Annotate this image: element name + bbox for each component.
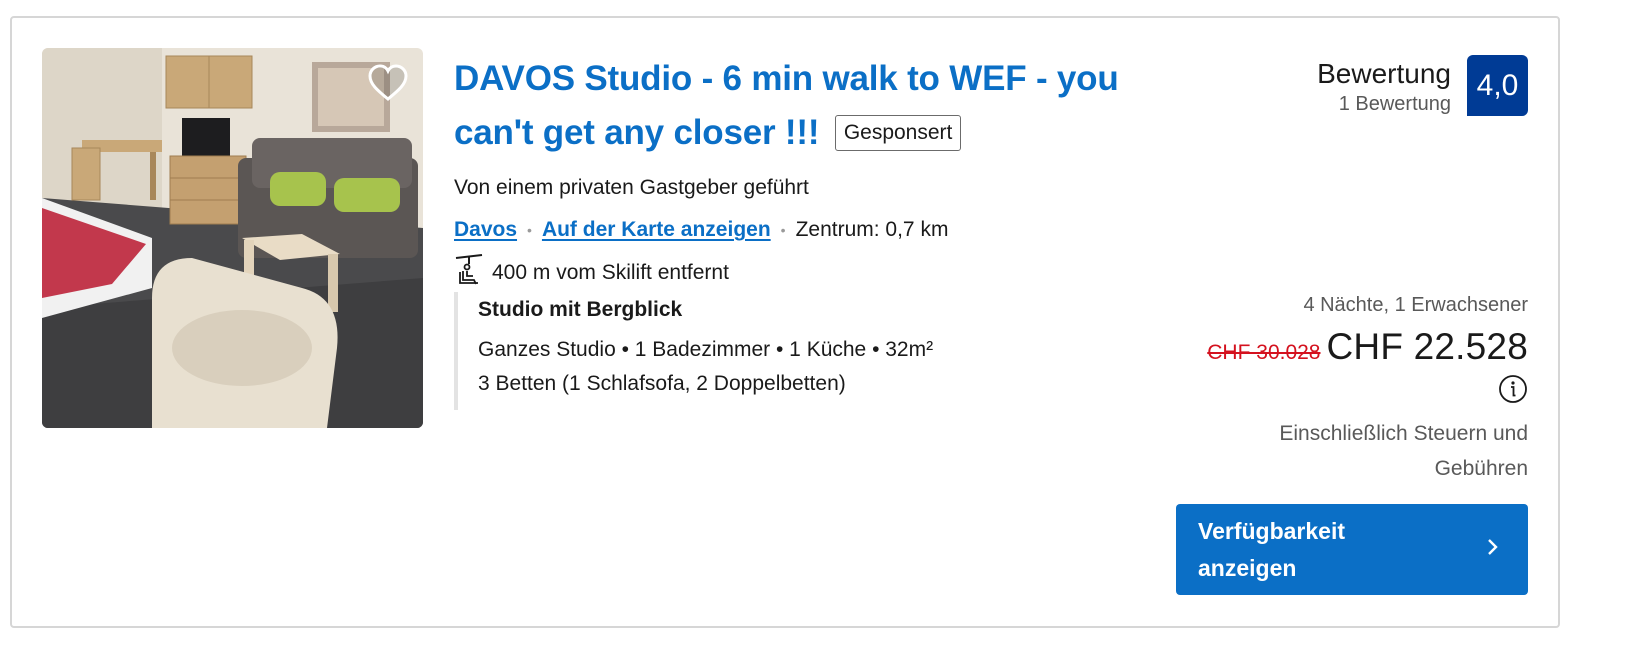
unit-beds: 3 Betten (1 Schlafsofa, 2 Doppelbetten)	[478, 372, 846, 395]
review-count: 1 Bewertung	[1338, 93, 1451, 115]
separator-dot: •	[780, 222, 786, 238]
property-card: DAVOS Studio - 6 min walk to WEF - you c…	[10, 16, 1560, 628]
city-link[interactable]: Davos	[454, 218, 517, 242]
review-text: Bewertung 1 Bewertung	[1317, 55, 1451, 116]
ski-lift-row: 400 m vom Skilift entfernt	[454, 254, 729, 292]
ski-lift-distance: 400 m vom Skilift entfernt	[492, 261, 729, 284]
sponsored-badge: Gesponsert	[834, 115, 962, 151]
show-availability-label: Verfügbarkeit anzeigen	[1198, 517, 1345, 581]
show-on-map-link[interactable]: Auf der Karte anzeigen	[542, 218, 771, 242]
distance-to-center: Zentrum: 0,7 km	[795, 218, 949, 241]
review-label: Bewertung	[1317, 58, 1451, 89]
unit-info: Studio mit Bergblick Ganzes Studio • 1 B…	[454, 292, 1014, 410]
chevron-right-icon	[1486, 536, 1506, 563]
tax-note: Einschließlich Steuern und Gebühren	[1279, 422, 1528, 480]
show-availability-button[interactable]: Verfügbarkeit anzeigen	[1176, 504, 1528, 595]
ski-lift-icon	[454, 254, 492, 292]
heart-icon[interactable]	[365, 60, 411, 106]
review-score[interactable]: Bewertung 1 Bewertung 4,0	[1317, 55, 1528, 116]
location-row: Davos • Auf der Karte anzeigen • Zentrum…	[454, 218, 948, 242]
property-photo[interactable]	[42, 48, 423, 428]
review-score-badge: 4,0	[1467, 55, 1528, 116]
separator-dot: •	[527, 222, 532, 238]
price-row: CHF 30.028 CHF 22.528	[1207, 326, 1528, 368]
info-icon[interactable]	[1498, 374, 1528, 404]
stay-summary: 4 Nächte, 1 Erwachsener	[1303, 294, 1528, 316]
unit-name: Studio mit Bergblick	[478, 298, 683, 321]
unit-details: Ganzes Studio • 1 Badezimmer • 1 Küche •…	[478, 338, 934, 361]
original-price: CHF 30.028	[1207, 341, 1321, 364]
property-title-link[interactable]: DAVOS Studio - 6 min walk to WEF - you c…	[454, 59, 1119, 152]
host-note: Von einem privaten Gastgeber geführt	[454, 176, 809, 199]
current-price: CHF 22.528	[1326, 326, 1528, 367]
property-title: DAVOS Studio - 6 min walk to WEF - you c…	[454, 52, 1194, 160]
